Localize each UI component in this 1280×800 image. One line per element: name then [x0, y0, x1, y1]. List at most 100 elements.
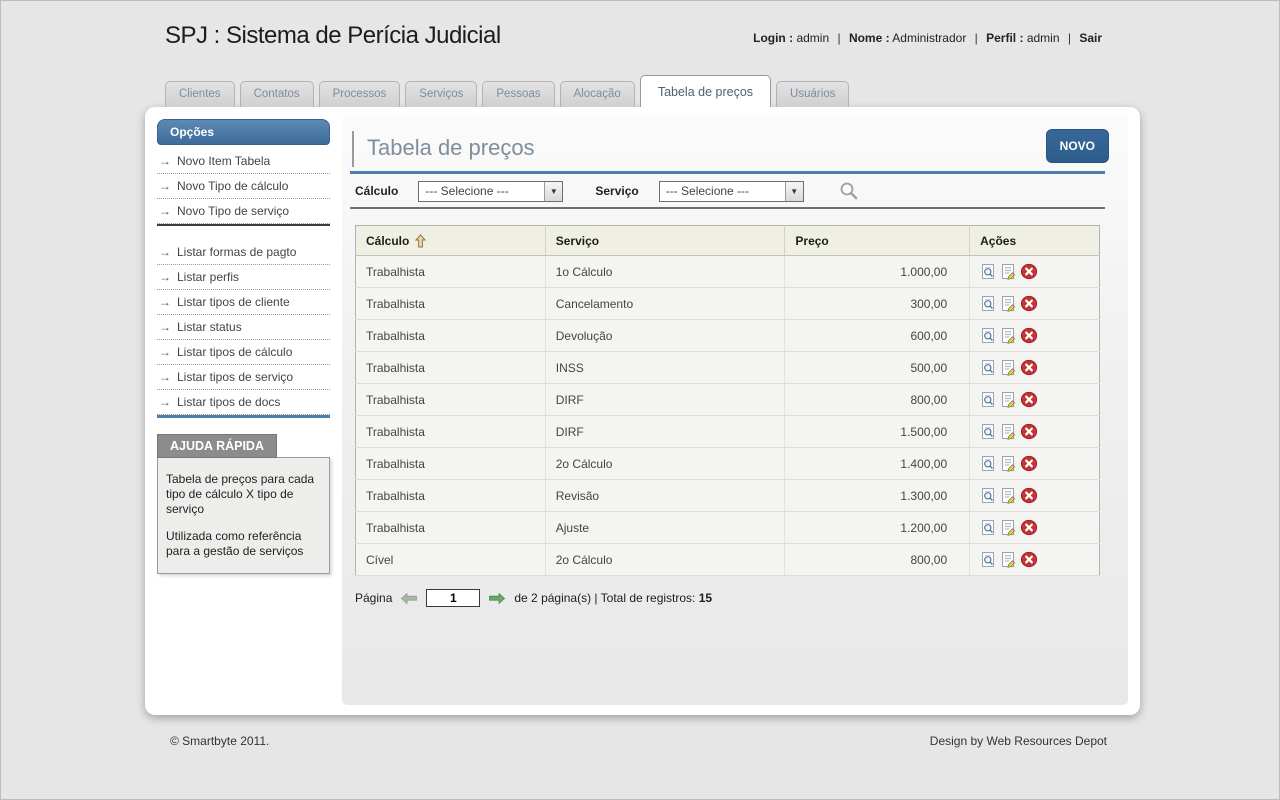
- edit-icon[interactable]: [1000, 391, 1017, 408]
- login-value: admin: [796, 31, 829, 45]
- arrow-right-icon: →: [159, 204, 171, 218]
- view-icon[interactable]: [980, 359, 997, 376]
- delete-icon[interactable]: [1020, 263, 1038, 280]
- price-table: CálculoServiçoPreçoAções Trabalhista1o C…: [355, 225, 1100, 576]
- view-icon[interactable]: [980, 487, 997, 504]
- view-icon[interactable]: [980, 263, 997, 280]
- tab-alocacao[interactable]: Alocação: [560, 81, 635, 107]
- delete-icon[interactable]: [1020, 455, 1038, 472]
- edit-icon[interactable]: [1000, 327, 1017, 344]
- edit-icon[interactable]: [1000, 295, 1017, 312]
- cell-preco: 300,00: [785, 288, 970, 320]
- cell-acoes: [970, 256, 1100, 288]
- sidebar-item[interactable]: →Novo Tipo de serviço: [157, 199, 330, 224]
- column-header-calculo[interactable]: Cálculo: [356, 226, 546, 256]
- cell-acoes: [970, 512, 1100, 544]
- page-number-input[interactable]: [426, 589, 480, 607]
- delete-icon[interactable]: [1020, 391, 1038, 408]
- sidebar-item-label: Listar formas de pagto: [177, 245, 296, 259]
- sidebar-item[interactable]: →Novo Item Tabela: [157, 149, 330, 174]
- column-header-acoes[interactable]: Ações: [970, 226, 1100, 256]
- table-row: Cível2o Cálculo800,00: [356, 544, 1100, 576]
- tab-processos[interactable]: Processos: [319, 81, 401, 107]
- cell-calculo: Trabalhista: [356, 512, 546, 544]
- pagination-info-text: de 2 página(s) | Total de registros:: [514, 591, 695, 605]
- sidebar-item[interactable]: → Listar formas de pagto: [157, 240, 330, 265]
- logout-link[interactable]: Sair: [1079, 31, 1102, 45]
- tab-usuarios[interactable]: Usuários: [776, 81, 849, 107]
- quick-help-title: AJUDA RÁPIDA: [157, 434, 277, 458]
- footer-copyright: © Smartbyte 2011.: [170, 734, 269, 748]
- cell-acoes: [970, 544, 1100, 576]
- filter-row: Cálculo --- Selecione --- ▼ Serviço --- …: [342, 174, 1128, 207]
- delete-icon[interactable]: [1020, 519, 1038, 536]
- tab-clientes[interactable]: Clientes: [165, 81, 235, 107]
- sidebar-item[interactable]: →Listar perfis: [157, 265, 330, 290]
- column-header-servico[interactable]: Serviço: [545, 226, 785, 256]
- delete-icon[interactable]: [1020, 359, 1038, 376]
- table-row: Trabalhista1o Cálculo1.000,00: [356, 256, 1100, 288]
- view-icon[interactable]: [980, 455, 997, 472]
- pagination-info: de 2 página(s) | Total de registros: 15: [514, 591, 712, 605]
- view-icon[interactable]: [980, 423, 997, 440]
- arrow-right-icon: →: [159, 295, 171, 309]
- sort-asc-icon[interactable]: [415, 234, 426, 248]
- view-icon[interactable]: [980, 551, 997, 568]
- edit-icon[interactable]: [1000, 359, 1017, 376]
- search-button[interactable]: [838, 180, 860, 202]
- cell-calculo: Trabalhista: [356, 384, 546, 416]
- sidebar-item-label: Listar tipos de docs: [177, 395, 280, 409]
- sidebar-item[interactable]: →Listar tipos de docs: [157, 390, 330, 415]
- cell-calculo: Trabalhista: [356, 288, 546, 320]
- prev-page-button[interactable]: [401, 593, 417, 604]
- view-icon[interactable]: [980, 295, 997, 312]
- view-icon[interactable]: [980, 391, 997, 408]
- cell-acoes: [970, 448, 1100, 480]
- servico-filter-select[interactable]: --- Selecione --- ▼: [659, 181, 804, 202]
- cell-preco: 1.200,00: [785, 512, 970, 544]
- view-icon[interactable]: [980, 327, 997, 344]
- sidebar-options-header: Opções: [157, 119, 330, 145]
- edit-icon[interactable]: [1000, 263, 1017, 280]
- sidebar-item[interactable]: →Listar tipos de serviço: [157, 365, 330, 390]
- arrow-right-icon: →: [159, 345, 171, 359]
- nome-label: Nome :: [849, 31, 890, 45]
- edit-icon[interactable]: [1000, 487, 1017, 504]
- app-title: SPJ : Sistema de Perícia Judicial: [165, 22, 501, 50]
- tab-servicos[interactable]: Serviços: [405, 81, 477, 107]
- quick-help-paragraph: Tabela de preços para cada tipo de cálcu…: [166, 472, 319, 517]
- sidebar-item-label: Listar perfis: [177, 270, 239, 284]
- cell-preco: 1.000,00: [785, 256, 970, 288]
- cell-calculo: Trabalhista: [356, 416, 546, 448]
- edit-icon[interactable]: [1000, 519, 1017, 536]
- table-body: Trabalhista1o Cálculo1.000,00Trabalhista…: [356, 256, 1100, 576]
- column-header-preco[interactable]: Preço: [785, 226, 970, 256]
- delete-icon[interactable]: [1020, 423, 1038, 440]
- calculo-filter-select[interactable]: --- Selecione --- ▼: [418, 181, 563, 202]
- delete-icon[interactable]: [1020, 327, 1038, 344]
- footer-credit: Design by Web Resources Depot: [930, 734, 1107, 748]
- tab-contatos[interactable]: Contatos: [240, 81, 314, 107]
- sidebar-item[interactable]: →Listar tipos de cálculo: [157, 340, 330, 365]
- servico-filter-label: Serviço: [595, 184, 638, 198]
- table-row: TrabalhistaCancelamento300,00: [356, 288, 1100, 320]
- delete-icon[interactable]: [1020, 551, 1038, 568]
- view-icon[interactable]: [980, 519, 997, 536]
- next-page-button[interactable]: [489, 593, 505, 604]
- delete-icon[interactable]: [1020, 295, 1038, 312]
- novo-button[interactable]: NOVO: [1046, 129, 1109, 163]
- cell-acoes: [970, 320, 1100, 352]
- cell-servico: INSS: [545, 352, 785, 384]
- calculo-filter-value: --- Selecione ---: [419, 184, 544, 198]
- arrow-right-icon: →: [159, 245, 171, 259]
- edit-icon[interactable]: [1000, 455, 1017, 472]
- sidebar-item[interactable]: →Listar tipos de cliente: [157, 290, 330, 315]
- tab-tabela-de-precos[interactable]: Tabela de preços: [640, 75, 771, 107]
- edit-icon[interactable]: [1000, 423, 1017, 440]
- sidebar-item[interactable]: →Novo Tipo de cálculo: [157, 174, 330, 199]
- delete-icon[interactable]: [1020, 487, 1038, 504]
- nome-value: Administrador: [892, 31, 966, 45]
- sidebar-item[interactable]: →Listar status: [157, 315, 330, 340]
- edit-icon[interactable]: [1000, 551, 1017, 568]
- tab-pessoas[interactable]: Pessoas: [482, 81, 554, 107]
